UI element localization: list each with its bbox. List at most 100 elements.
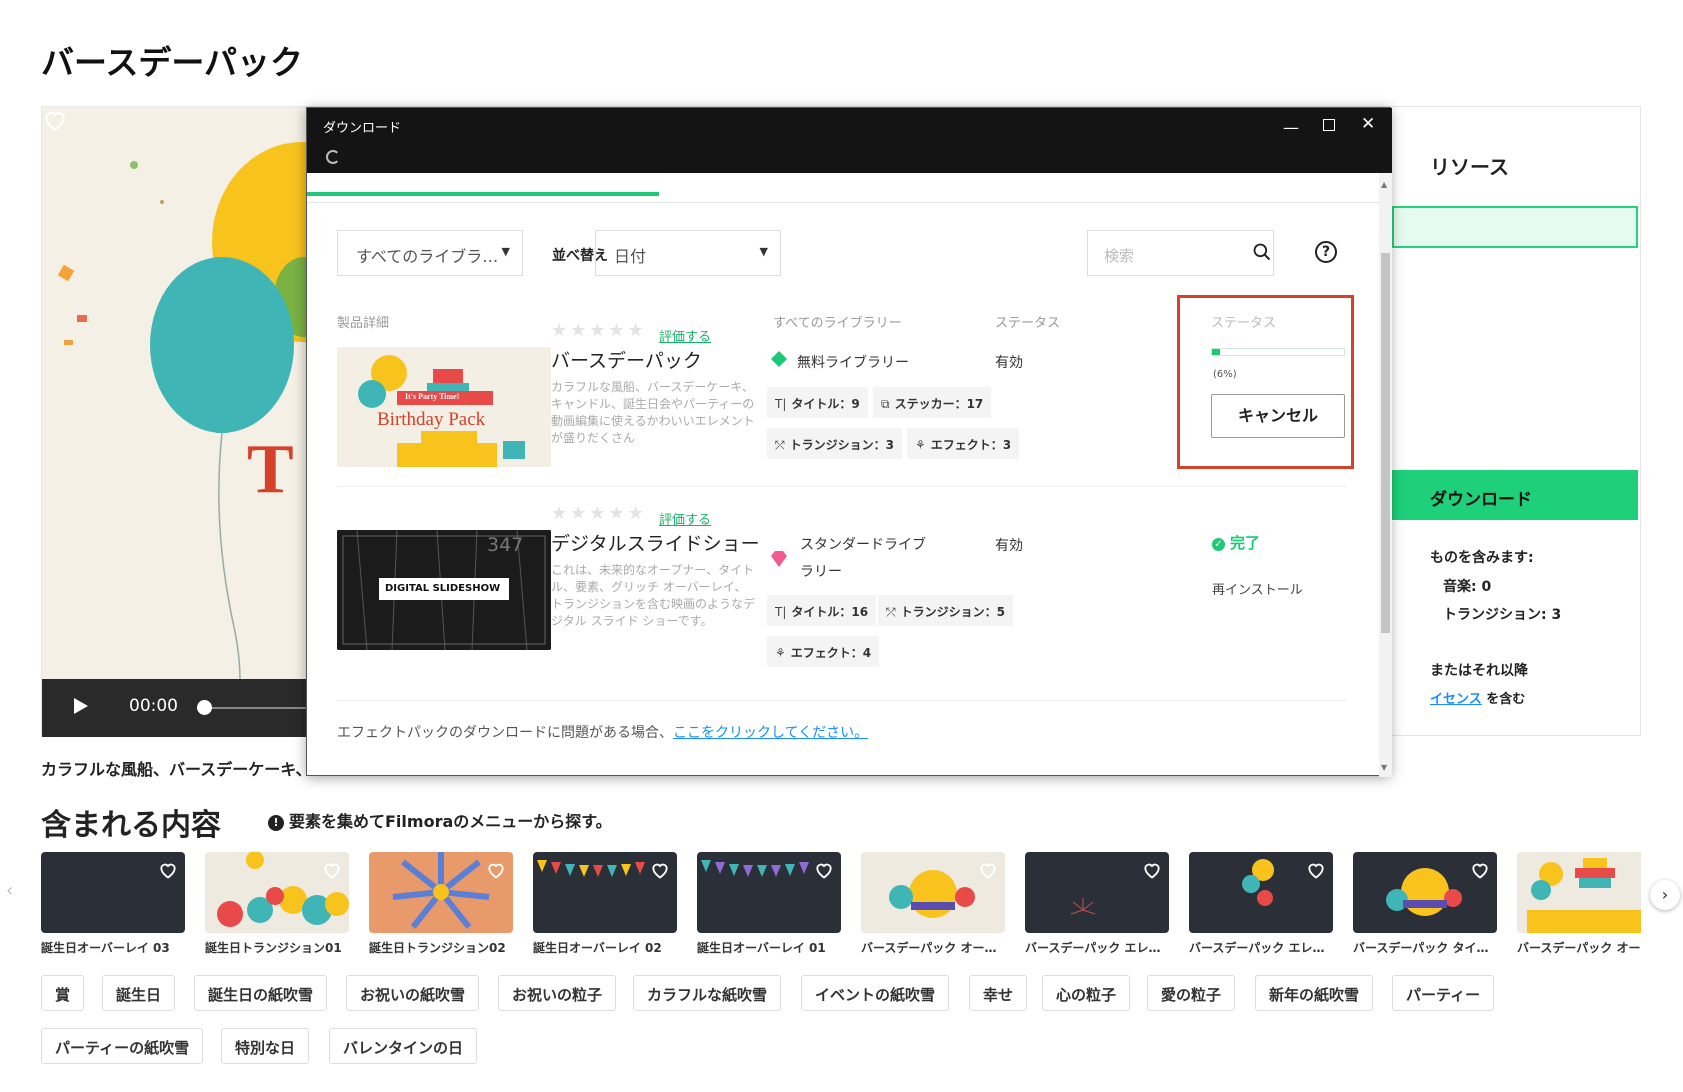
search-input[interactable]: 検索 — [1087, 230, 1274, 276]
scroll-down-icon[interactable]: ▼ — [1381, 763, 1387, 772]
license-suffix: を含む — [1486, 692, 1526, 707]
page-root: バースデーパック T 00:00 リソース ダウンロード ものを含みます: 音楽… — [0, 0, 1683, 1092]
cancel-button[interactable]: キャンセル — [1211, 394, 1345, 438]
content-thumbnail — [369, 852, 513, 933]
scroll-up-icon[interactable]: ▲ — [1381, 180, 1387, 189]
tag-chip[interactable]: イベントの紙吹雪 — [801, 975, 950, 1011]
tag-chip[interactable]: 愛の粒子 — [1147, 975, 1236, 1011]
tag-chip[interactable]: バレンタインの日 — [329, 1028, 478, 1064]
birthday-pack-art — [337, 347, 551, 467]
library-select[interactable]: すべてのライブラ… ▼ — [337, 230, 523, 276]
asset-chip: ⚘ エフェクト：4 — [767, 636, 880, 667]
tag-chip[interactable]: 誕生日の紙吹雪 — [194, 975, 328, 1011]
refresh-icon[interactable] — [326, 150, 340, 164]
dialog-tab-bar — [307, 173, 1379, 203]
chip-label: エフェクト：3 — [930, 438, 1012, 452]
download-button[interactable]: ダウンロード — [1392, 470, 1638, 520]
library-select-value: すべてのライブラ… — [356, 247, 499, 266]
tag-chip[interactable]: 新年の紙吹雪 — [1255, 975, 1374, 1011]
transition-icon: ⤱ — [775, 438, 785, 452]
content-label: バースデーパック エレ… — [1189, 941, 1325, 955]
play-icon[interactable] — [74, 698, 88, 714]
tag-chip[interactable]: パーティー — [1392, 975, 1495, 1011]
resource-panel: リソース ダウンロード ものを含みます: 音楽: 0 トランジション: 3 また… — [1392, 107, 1642, 737]
content-item[interactable]: バースデーパック タイ… — [1353, 852, 1497, 956]
content-item[interactable]: 誕生日トランジション02 — [369, 852, 513, 956]
seek-bar[interactable] — [212, 707, 307, 709]
heart-icon[interactable] — [322, 860, 342, 880]
heart-icon[interactable] — [1470, 860, 1490, 880]
carousel-prev-icon[interactable]: ‹ — [6, 880, 30, 908]
content-item[interactable]: バースデーパック エレ… — [1189, 852, 1333, 956]
page-title: バースデーパック — [41, 43, 304, 82]
col-product: 製品詳細 — [337, 316, 390, 331]
effect-icon: ⚘ — [775, 646, 786, 660]
product-name: デジタルスライドショー — [551, 533, 760, 555]
heart-icon[interactable] — [814, 860, 834, 880]
heart-icon[interactable] — [158, 860, 178, 880]
content-item[interactable]: 誕生日オーバーレイ 03 — [41, 852, 185, 956]
dialog-title: ダウンロード — [323, 121, 402, 136]
minimize-icon[interactable]: — — [1283, 118, 1299, 137]
rate-link[interactable]: 評価する — [659, 326, 711, 345]
asset-chip: ⤱ トランジション：3 — [767, 428, 902, 459]
chip-label: ステッカー：17 — [894, 397, 984, 411]
sort-select[interactable]: 日付 ▼ — [595, 230, 781, 276]
rating-stars[interactable]: ★★★★★ — [551, 503, 647, 524]
tag-chip[interactable]: 特別な日 — [221, 1028, 310, 1064]
content-item[interactable]: バースデーパック オー… — [1517, 852, 1641, 956]
help-link[interactable]: ここをクリックしてください。 — [673, 725, 868, 741]
video-preview[interactable]: T 00:00 — [42, 107, 307, 737]
thumb-title-text: DIGITAL SLIDESHOW — [385, 583, 501, 594]
help-icon[interactable]: ? — [1315, 241, 1337, 263]
asset-chip: ⚘ エフェクト：3 — [907, 428, 1020, 459]
chevron-down-icon: ▼ — [759, 245, 768, 258]
content-thumbnail — [205, 852, 349, 933]
chip-label: エフェクト：4 — [790, 646, 872, 660]
heart-icon[interactable] — [1306, 860, 1326, 880]
seek-handle[interactable] — [197, 700, 212, 715]
standard-library-diamond-icon — [771, 551, 787, 567]
heart-icon[interactable] — [978, 860, 998, 880]
rate-link[interactable]: 評価する — [659, 509, 711, 528]
effect-icon: ⚘ — [915, 438, 926, 452]
carousel-next-icon[interactable]: › — [1650, 880, 1680, 910]
content-item[interactable]: 誕生日オーバーレイ 02 — [533, 852, 677, 956]
favorite-heart-icon[interactable] — [42, 107, 68, 133]
heart-icon[interactable] — [650, 860, 670, 880]
asset-chip: ⤱ トランジション：5 — [878, 595, 1013, 626]
heart-icon[interactable] — [486, 860, 506, 880]
rating-stars[interactable]: ★★★★★ — [551, 320, 647, 341]
tag-chip[interactable]: カラフルな紙吹雪 — [633, 975, 782, 1011]
tag-chip[interactable]: 賞 — [41, 975, 85, 1011]
tag-chip[interactable]: お祝いの粒子 — [498, 975, 617, 1011]
asset-chip: T| タイトル：9 — [767, 387, 868, 418]
free-library-diamond-icon — [771, 351, 787, 367]
transition-icon: ⤱ — [886, 605, 896, 619]
resource-field[interactable] — [1392, 206, 1638, 248]
search-icon[interactable] — [1252, 242, 1272, 262]
col-library: すべてのライブラリー — [773, 316, 902, 331]
product-thumbnail: 347 DIGITAL SLIDESHOW — [337, 530, 551, 650]
content-item[interactable]: 誕生日トランジション01 — [205, 852, 349, 956]
scrollbar-thumb[interactable] — [1381, 253, 1390, 633]
content-thumbnail — [41, 852, 185, 933]
close-icon[interactable]: ✕ — [1361, 114, 1375, 134]
asset-chip: ⧉ ステッカー：17 — [873, 387, 992, 418]
tag-chip[interactable]: 心の粒子 — [1042, 975, 1131, 1011]
tag-chip[interactable]: パーティーの紙吹雪 — [41, 1028, 204, 1064]
maximize-icon[interactable] — [1323, 119, 1335, 131]
heart-icon[interactable] — [1142, 860, 1162, 880]
content-item[interactable]: バースデーパック エレ… — [1025, 852, 1169, 956]
thumb-number-text: 347 — [487, 534, 524, 556]
tag-chip[interactable]: 誕生日 — [102, 975, 176, 1011]
contents-carousel: 誕生日オーバーレイ 03 誕生日トランジション01 誕生日トランジション02 誕… — [41, 852, 1641, 962]
content-item[interactable]: バースデーパック オー… — [861, 852, 1005, 956]
license-link[interactable]: イセンス — [1430, 692, 1482, 707]
content-item[interactable]: 誕生日オーバーレイ 01 — [697, 852, 841, 956]
info-icon: ! — [268, 815, 284, 831]
reinstall-link[interactable]: 再インストール — [1212, 579, 1303, 598]
tag-chip[interactable]: お祝いの紙吹雪 — [346, 975, 480, 1011]
tag-chip[interactable]: 幸せ — [969, 975, 1028, 1011]
thumb-title-text: Birthday Pack — [377, 409, 486, 430]
